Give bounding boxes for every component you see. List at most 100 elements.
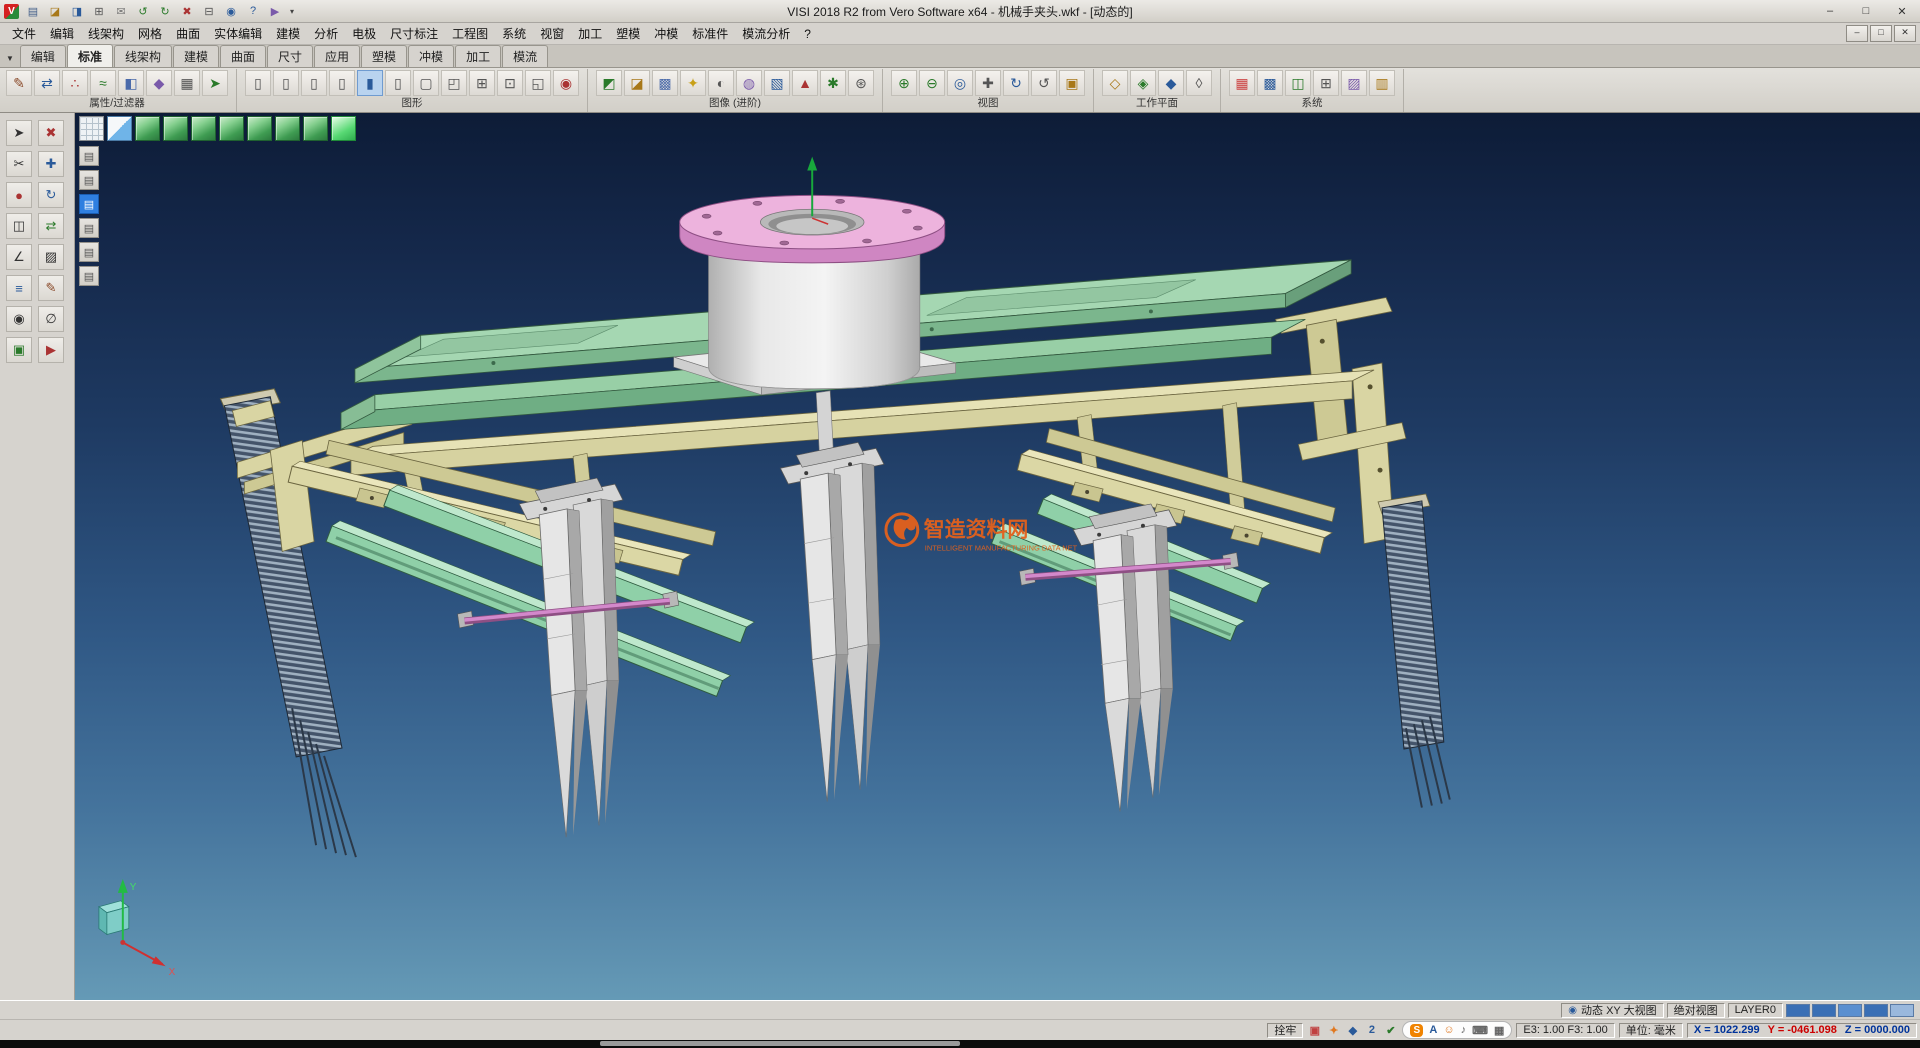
filter-surfaces-icon[interactable]: ◧	[118, 70, 144, 96]
measure-icon[interactable]: ∠	[6, 244, 32, 270]
menu-item[interactable]: 电极	[345, 23, 383, 44]
move-tool-icon[interactable]: ⇄	[38, 213, 64, 239]
diameter-icon[interactable]: ∅	[38, 306, 64, 332]
edit-attributes-icon[interactable]: ✎	[6, 70, 32, 96]
3d-model-canvas[interactable]: 智造资料网 INTELLIGENT MANUFACTURING DATA NET…	[75, 113, 1920, 1000]
toolbar-tab[interactable]: 尺寸	[267, 45, 313, 67]
show-grid-icon[interactable]: ⊞	[469, 70, 495, 96]
rotate-tool-icon[interactable]: ↻	[38, 182, 64, 208]
redo-icon[interactable]: ↻	[155, 2, 175, 21]
filter-solids-icon[interactable]: ◆	[146, 70, 172, 96]
hatch-icon[interactable]: ▨	[38, 244, 64, 270]
zoom-fit-icon[interactable]: ◎	[947, 70, 973, 96]
workplane-view-icon[interactable]: ◆	[1158, 70, 1184, 96]
inspect-icon[interactable]: ◉	[6, 306, 32, 332]
ime-logo-icon[interactable]: S	[1410, 1024, 1423, 1037]
tab-dropdown-icon[interactable]: ▼	[3, 54, 19, 67]
render-quality-icon[interactable]: ✱	[820, 70, 846, 96]
layer-cell[interactable]: LAYER0	[1728, 1003, 1783, 1018]
render-light-icon[interactable]: ✦	[680, 70, 706, 96]
menu-item[interactable]: 编辑	[43, 23, 81, 44]
toolbar-tab[interactable]: 编辑	[20, 45, 66, 67]
toolbar-tab[interactable]: 冲模	[408, 45, 454, 67]
rotate-view-icon[interactable]: ↻	[1003, 70, 1029, 96]
tray-app-4-icon[interactable]: 2	[1364, 1023, 1379, 1038]
toolbar-tab[interactable]: 建模	[173, 45, 219, 67]
menu-item[interactable]: ?	[797, 25, 818, 43]
menu-item[interactable]: 文件	[5, 23, 43, 44]
toolbar-tab[interactable]: 加工	[455, 45, 501, 67]
clipboard-3-icon[interactable]: ▤	[79, 194, 99, 214]
menu-item[interactable]: 加工	[571, 23, 609, 44]
wireframe-mode-icon[interactable]: ▯	[385, 70, 411, 96]
lock-toggle-cell[interactable]: 拴牢	[1267, 1023, 1303, 1038]
trim-icon[interactable]: ✂	[6, 151, 32, 177]
unit-setup-icon[interactable]: ▥	[1369, 70, 1395, 96]
ime-mode-icon[interactable]: A	[1429, 1024, 1437, 1037]
menu-item[interactable]: 尺寸标注	[383, 23, 445, 44]
ime-keyboard-icon[interactable]: ⌨	[1472, 1024, 1488, 1037]
quick-access-dropdown-icon[interactable]: ▾	[287, 7, 297, 16]
zoom-in-icon[interactable]: ⊕	[891, 70, 917, 96]
layer-display-icon[interactable]: ◱	[525, 70, 551, 96]
delete-icon[interactable]: ✖	[177, 2, 197, 21]
menu-item[interactable]: 视窗	[533, 23, 571, 44]
status-segment[interactable]	[1786, 1004, 1810, 1017]
tray-app-2-icon[interactable]: ✦	[1326, 1023, 1341, 1038]
view-left-icon[interactable]	[219, 116, 244, 141]
sketch-icon[interactable]: ✎	[38, 275, 64, 301]
ime-voice-icon[interactable]: ♪	[1461, 1024, 1467, 1037]
visi-logo-icon[interactable]: V	[4, 4, 19, 19]
copy-attributes-icon[interactable]: ⇄	[34, 70, 60, 96]
render-section-icon[interactable]: ▲	[792, 70, 818, 96]
menu-item[interactable]: 曲面	[169, 23, 207, 44]
right-rack[interactable]	[1378, 494, 1450, 808]
pan-view-icon[interactable]: ✚	[975, 70, 1001, 96]
clipboard-4-icon[interactable]: ▤	[79, 218, 99, 238]
document-minimize-button[interactable]: –	[1846, 25, 1868, 42]
tray-app-5-icon[interactable]: ✔	[1383, 1023, 1398, 1038]
workplane-3points-icon[interactable]: ◈	[1130, 70, 1156, 96]
point-tool-icon[interactable]: ●	[6, 182, 32, 208]
workplane-standard-icon[interactable]: ◇	[1102, 70, 1128, 96]
show-points-icon[interactable]: ▯	[245, 70, 271, 96]
shaded-mode-icon[interactable]: ▮	[357, 70, 383, 96]
menu-item[interactable]: 实体编辑	[207, 23, 269, 44]
menu-item[interactable]: 线架构	[81, 23, 131, 44]
title-bar[interactable]: V ▤◪◨⊞✉↺↻✖⊟◉?▶ ▾ VISI 2018 R2 from Vero …	[0, 0, 1920, 23]
status-segment[interactable]	[1864, 1004, 1888, 1017]
tray-app-3-icon[interactable]: ◆	[1345, 1023, 1360, 1038]
hidden-line-icon[interactable]: ▢	[413, 70, 439, 96]
selection-mask-icon[interactable]: ➤	[202, 70, 228, 96]
menu-item[interactable]: 塑模	[609, 23, 647, 44]
close-button[interactable]: ✕	[1884, 0, 1920, 22]
menu-item[interactable]: 冲模	[647, 23, 685, 44]
delete-icon[interactable]: ✖	[38, 120, 64, 146]
ime-emoji-icon[interactable]: ☺	[1443, 1024, 1454, 1037]
status-segment[interactable]	[1890, 1004, 1914, 1017]
tray-app-1-icon[interactable]: ▣	[1307, 1023, 1322, 1038]
view-right-icon[interactable]	[247, 116, 272, 141]
snap-icon[interactable]: ✚	[38, 151, 64, 177]
document-restore-button[interactable]: □	[1870, 25, 1892, 42]
menu-item[interactable]: 模流分析	[735, 23, 797, 44]
render-shaded-icon[interactable]: ◩	[596, 70, 622, 96]
toolbar-tab[interactable]: 应用	[314, 45, 360, 67]
menu-item[interactable]: 网格	[131, 23, 169, 44]
clipboard-2-icon[interactable]: ▤	[79, 170, 99, 190]
show-solids-icon[interactable]: ▯	[329, 70, 355, 96]
window-layout-icon[interactable]: ⊞	[1313, 70, 1339, 96]
toolbar-tab[interactable]: 线架构	[114, 45, 172, 67]
save-icon[interactable]: ◨	[67, 2, 87, 21]
minimize-button[interactable]: –	[1812, 0, 1848, 22]
help-icon[interactable]: ?	[243, 2, 263, 21]
clipboard-5-icon[interactable]: ▤	[79, 242, 99, 262]
view-top-icon[interactable]	[275, 116, 300, 141]
toolbar-tab[interactable]: 塑模	[361, 45, 407, 67]
filter-all-icon[interactable]: ▦	[174, 70, 200, 96]
clipboard-1-icon[interactable]: ▤	[79, 146, 99, 166]
units-cell[interactable]: 单位: 毫米	[1619, 1023, 1683, 1038]
menu-item[interactable]: 标准件	[685, 23, 735, 44]
menu-item[interactable]: 系统	[495, 23, 533, 44]
render-capture-icon[interactable]: ⊛	[848, 70, 874, 96]
